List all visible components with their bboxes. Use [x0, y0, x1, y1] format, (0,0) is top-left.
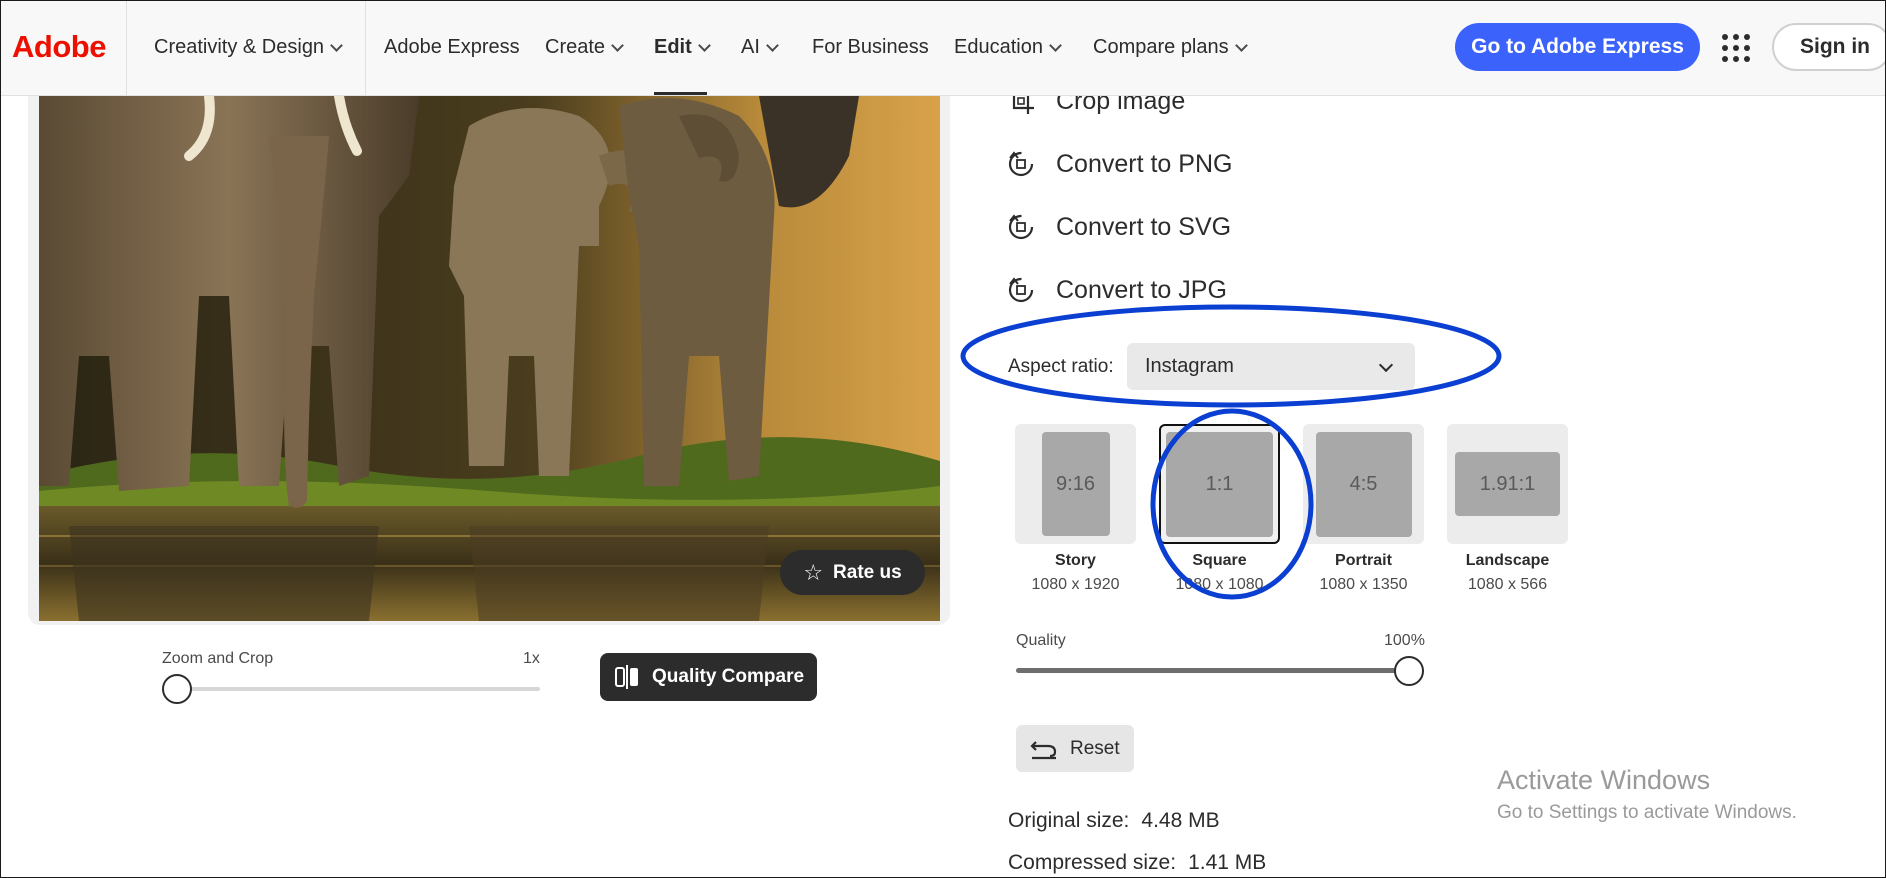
- convert-icon: [1008, 277, 1034, 303]
- tile-name: Landscape: [1465, 552, 1550, 569]
- aspect-tile-landscape[interactable]: 1.91:1: [1447, 424, 1568, 544]
- activate-windows-watermark: Activate Windows Go to Settings to activ…: [1497, 765, 1797, 824]
- ratio-preview: 1:1: [1166, 431, 1273, 537]
- image-preview: [39, 96, 940, 621]
- star-icon: ☆: [803, 559, 824, 585]
- compressed-size-row: Compressed size: 1.41 MB: [1008, 851, 1266, 875]
- nav-label: Compare plans: [1093, 36, 1229, 58]
- option-label: Convert to PNG: [1056, 149, 1233, 178]
- zoom-value: 1x: [523, 650, 540, 667]
- compressed-size-value: 1.41 MB: [1188, 851, 1267, 874]
- chevron-down-icon: [697, 38, 711, 52]
- nav-label: Creativity & Design: [154, 36, 325, 58]
- nav-label: Education: [954, 36, 1043, 58]
- original-size-row: Original size: 4.48 MB: [1008, 809, 1220, 833]
- top-nav: Adobe Creativity & Design Adobe Express …: [0, 0, 1886, 96]
- aspect-ratio-label: Aspect ratio:: [1008, 356, 1114, 377]
- chevron-down-icon: [330, 38, 343, 52]
- rate-us-label: Rate us: [833, 561, 902, 583]
- quality-value: 100%: [1384, 632, 1425, 649]
- nav-education[interactable]: Education: [954, 36, 1062, 59]
- tile-dimensions: 1080 x 566: [1467, 576, 1548, 593]
- undo-icon: [1030, 740, 1057, 759]
- zoom-crop-label: Zoom and Crop: [162, 650, 274, 667]
- quality-slider-handle[interactable]: [1394, 656, 1424, 686]
- chevron-down-icon: [1378, 357, 1394, 373]
- quality-compare-label: Quality Compare: [652, 666, 805, 687]
- tile-name: Portrait: [1335, 552, 1392, 569]
- nav-label: Edit: [654, 36, 692, 58]
- nav-label: For Business: [812, 36, 929, 58]
- nav-create[interactable]: Create: [545, 36, 624, 59]
- adobe-logo[interactable]: Adobe: [12, 29, 106, 65]
- chevron-down-icon: [1234, 38, 1248, 52]
- nav-adobe-express[interactable]: Adobe Express: [384, 36, 520, 59]
- quality-compare-button[interactable]: Quality Compare: [600, 653, 817, 701]
- tile-dimensions: 1080 x 1080: [1175, 576, 1264, 593]
- go-to-adobe-express-button[interactable]: Go to Adobe Express: [1455, 23, 1700, 71]
- tile-name: Story: [1055, 552, 1096, 569]
- nav-creativity-design[interactable]: Creativity & Design: [154, 36, 343, 59]
- divider: [365, 0, 366, 96]
- nav-edit[interactable]: Edit: [654, 36, 711, 59]
- option-convert-svg[interactable]: Convert to SVG: [1006, 212, 1231, 242]
- nav-ai[interactable]: AI: [741, 36, 779, 59]
- tile-dimensions: 1080 x 1920: [1031, 576, 1120, 593]
- nav-label: Adobe Express: [384, 36, 520, 58]
- nav-for-business[interactable]: For Business: [812, 36, 929, 59]
- aspect-ratio-value: Instagram: [1145, 355, 1234, 377]
- nav-label: Create: [545, 36, 606, 58]
- option-convert-jpg[interactable]: Convert to JPG: [1006, 275, 1227, 305]
- option-label: Convert to SVG: [1056, 212, 1232, 241]
- compare-icon: [615, 665, 638, 689]
- convert-icon: [1008, 151, 1034, 177]
- aspect-tile-story[interactable]: 9:16: [1015, 424, 1136, 544]
- watermark-subtitle: Go to Settings to activate Windows.: [1497, 802, 1797, 823]
- watermark-title: Activate Windows: [1497, 765, 1711, 795]
- quality-slider-track[interactable]: [1016, 668, 1408, 673]
- option-label: Convert to JPG: [1056, 275, 1227, 304]
- tile-name: Square: [1192, 552, 1247, 569]
- option-convert-png[interactable]: Convert to PNG: [1006, 149, 1232, 179]
- app-grid-icon[interactable]: [1722, 34, 1750, 62]
- rate-us-button[interactable]: ☆ Rate us: [780, 550, 925, 595]
- chevron-down-icon: [766, 38, 779, 52]
- divider: [126, 0, 127, 96]
- ratio-preview: 1.91:1: [1455, 452, 1560, 516]
- aspect-ratio-dropdown[interactable]: Instagram: [1127, 343, 1415, 390]
- chevron-down-icon: [611, 38, 624, 52]
- ratio-preview: 9:16: [1041, 432, 1110, 536]
- zoom-slider-handle[interactable]: [162, 674, 192, 704]
- nav-label: AI: [741, 36, 760, 58]
- compressed-size-label: Compressed size:: [1008, 851, 1177, 874]
- active-tab-indicator: [654, 92, 707, 95]
- original-size-value: 4.48 MB: [1141, 809, 1220, 832]
- tile-dimensions: 1080 x 1350: [1319, 576, 1408, 593]
- ratio-preview: 4:5: [1315, 431, 1412, 537]
- aspect-tile-square[interactable]: 1:1: [1159, 424, 1280, 544]
- zoom-slider-track[interactable]: [177, 687, 540, 691]
- convert-icon: [1008, 214, 1034, 240]
- quality-label: Quality: [1016, 632, 1066, 649]
- elephants-photo: [39, 96, 940, 621]
- aspect-tile-portrait[interactable]: 4:5: [1303, 424, 1424, 544]
- reset-label: Reset: [1070, 737, 1120, 759]
- reset-button[interactable]: Reset: [1016, 725, 1134, 772]
- sign-in-button[interactable]: Sign in: [1772, 23, 1886, 71]
- chevron-down-icon: [1049, 38, 1062, 52]
- nav-compare-plans[interactable]: Compare plans: [1093, 36, 1248, 59]
- original-size-label: Original size:: [1008, 809, 1130, 832]
